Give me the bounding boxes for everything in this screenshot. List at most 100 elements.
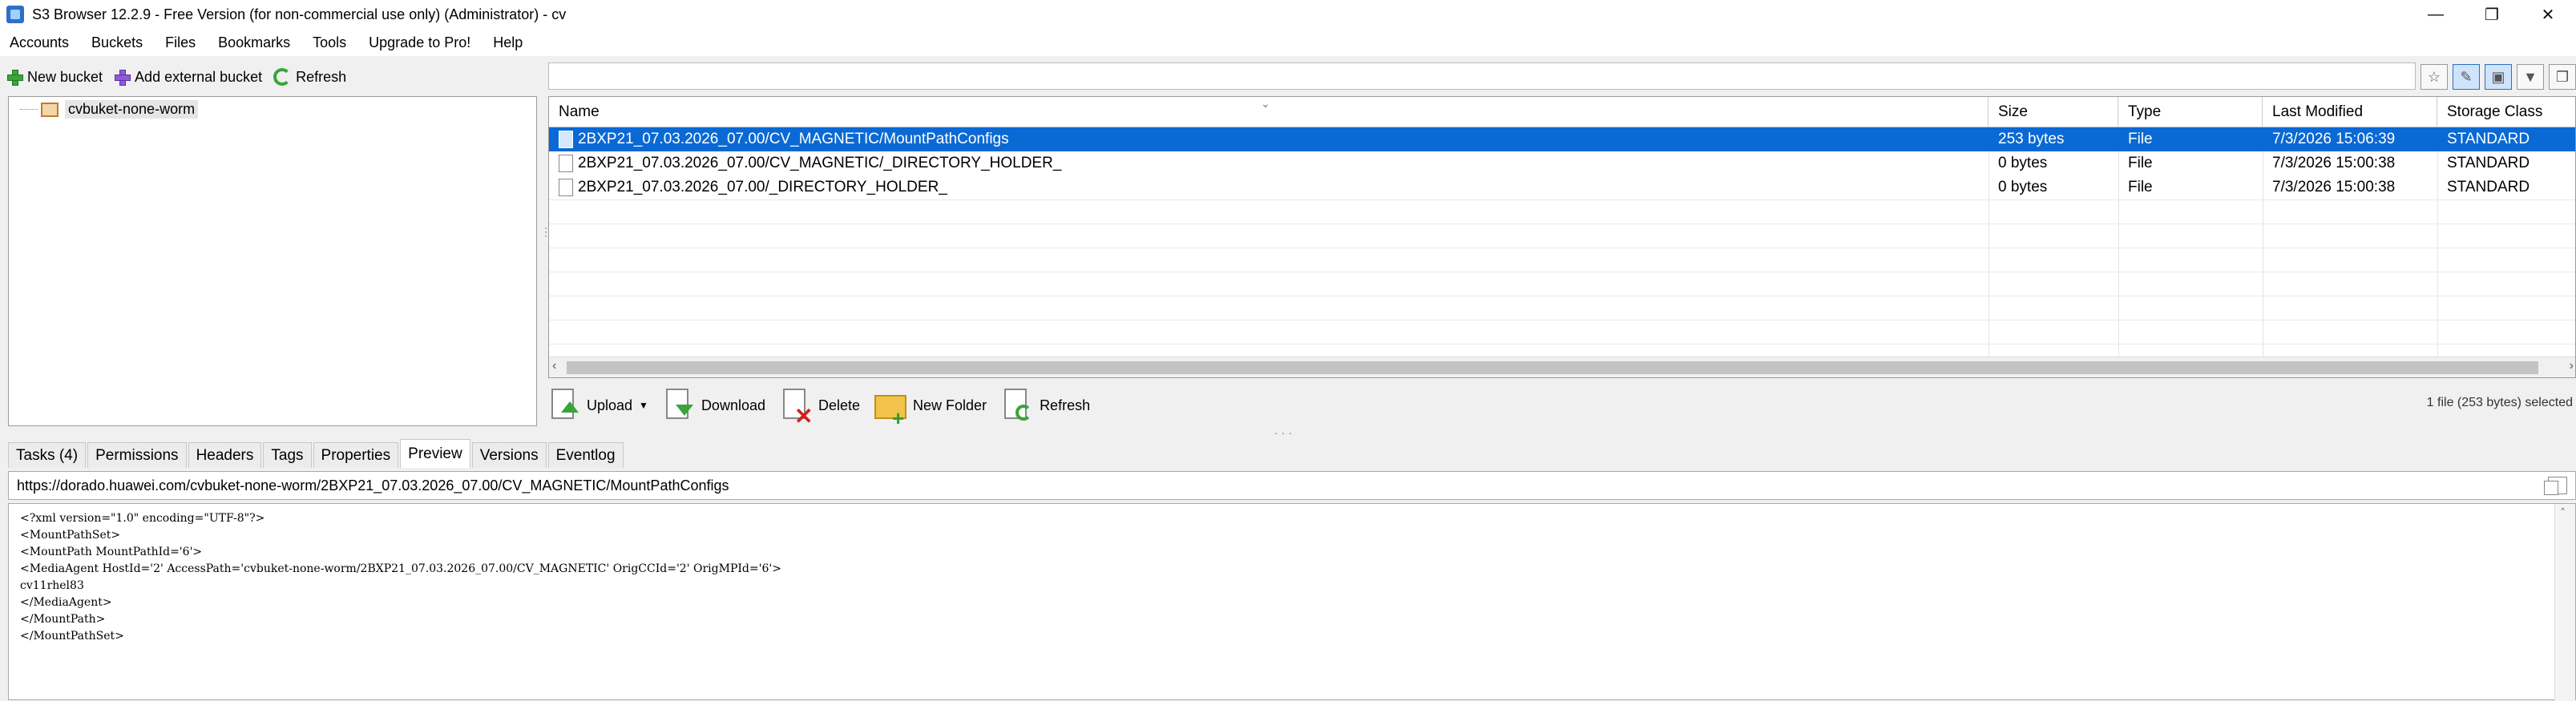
horizontal-scrollbar[interactable]: ‹ ›: [549, 357, 2575, 377]
upload-label: Upload: [587, 397, 633, 413]
file-action-bar: Upload ▼ Download ✕ Delete + New Folder …: [548, 383, 2576, 430]
modified-cell: 7/3/2026 15:00:38: [2272, 179, 2396, 195]
upload-button[interactable]: Upload ▼: [548, 387, 648, 424]
scroll-up-icon[interactable]: ˄: [2560, 506, 2566, 522]
size-cell: 253 bytes: [1998, 131, 2065, 147]
star-icon[interactable]: ☆: [2421, 64, 2448, 90]
name-cell: 2BXP21_07.03.2026_07.00/_DIRECTORY_HOLDE…: [549, 175, 947, 199]
new-folder-button[interactable]: + New Folder: [874, 387, 987, 430]
type-cell: File: [2128, 179, 2153, 195]
download-icon: [663, 387, 695, 424]
column-header-last-modified[interactable]: Last Modified: [2263, 97, 2437, 127]
scroll-left-icon[interactable]: ‹: [552, 359, 556, 373]
name-cell: 2BXP21_07.03.2026_07.00/CV_MAGNETIC/Moun…: [549, 127, 1009, 151]
refresh-files-button[interactable]: Refresh: [1001, 387, 1090, 424]
detail-tabs: Tasks (4) Permissions Headers Tags Prope…: [8, 439, 625, 468]
refresh-label: Refresh: [296, 68, 347, 85]
plus-icon: [6, 69, 23, 86]
filter-bar: ☆ ✎ ▣ ▼ ❐: [548, 61, 2576, 93]
pencil-icon[interactable]: ✎: [2453, 64, 2480, 90]
file-icon: [559, 131, 573, 148]
file-icon: [559, 155, 573, 172]
new-folder-icon: +: [874, 387, 907, 430]
refresh-icon: [273, 68, 292, 86]
modified-cell: 7/3/2026 15:00:38: [2272, 155, 2396, 171]
storage-cell: STANDARD: [2447, 155, 2530, 171]
new-folder-label: New Folder: [913, 397, 987, 413]
size-cell: 0 bytes: [1998, 155, 2048, 171]
filter-icon[interactable]: ▼: [2517, 64, 2544, 90]
vertical-scrollbar[interactable]: ˄: [2554, 504, 2575, 701]
horizontal-splitter[interactable]: ···: [1274, 426, 1295, 439]
new-bucket-label: New bucket: [27, 68, 103, 85]
file-list[interactable]: Name Size Type Last Modified Storage Cla…: [548, 96, 2576, 378]
minimize-button[interactable]: —: [2408, 0, 2464, 29]
copy-icon[interactable]: [2544, 477, 2567, 495]
chevron-down-icon[interactable]: ▼: [639, 400, 648, 411]
column-header-storage-class[interactable]: Storage Class: [2437, 97, 2575, 127]
sort-indicator-icon: ⌄: [1261, 97, 1270, 110]
grid-divider: [549, 199, 2575, 200]
download-label: Download: [701, 397, 765, 413]
window-title: S3 Browser 12.2.9 - Free Version (for no…: [32, 6, 567, 22]
refresh-files-label: Refresh: [1040, 397, 1091, 413]
selection-status: 1 file (253 bytes) selected: [2426, 396, 2573, 409]
size-cell: 0 bytes: [1998, 179, 2048, 195]
download-button[interactable]: Download: [663, 387, 765, 424]
menu-upgrade[interactable]: Upgrade to Pro!: [369, 34, 470, 51]
add-external-bucket-label: Add external bucket: [135, 68, 263, 85]
tab-eventlog[interactable]: Eventlog: [547, 442, 624, 468]
file-name: 2BXP21_07.03.2026_07.00/CV_MAGNETIC/_DIR…: [578, 155, 1062, 171]
storage-cell: STANDARD: [2447, 179, 2530, 195]
preview-url: https://dorado.huawei.com/cvbuket-none-w…: [17, 477, 729, 494]
tab-preview[interactable]: Preview: [400, 439, 470, 468]
plus-icon: [114, 69, 131, 86]
preview-text: <?xml version="1.0" encoding="UTF-8"?> <…: [20, 512, 781, 643]
scrollbar-thumb[interactable]: [567, 361, 2538, 374]
table-row[interactable]: 2BXP21_07.03.2026_07.00/CV_MAGNETIC/_DIR…: [549, 151, 2575, 175]
tree-item-bucket[interactable]: cvbuket-none-worm: [20, 100, 199, 119]
add-external-bucket-button[interactable]: Add external bucket: [114, 69, 262, 86]
bucket-tree[interactable]: cvbuket-none-worm: [8, 96, 537, 426]
file-icon: [559, 179, 573, 196]
tab-tags[interactable]: Tags: [263, 442, 312, 468]
preview-url-field[interactable]: https://dorado.huawei.com/cvbuket-none-w…: [8, 471, 2576, 500]
app-icon: [6, 6, 24, 23]
tab-permissions[interactable]: Permissions: [87, 442, 187, 468]
tab-headers[interactable]: Headers: [188, 442, 262, 468]
file-name: 2BXP21_07.03.2026_07.00/CV_MAGNETIC/Moun…: [578, 131, 1009, 147]
columns-icon[interactable]: ❐: [2549, 64, 2576, 90]
modified-cell: 7/3/2026 15:06:39: [2272, 131, 2396, 147]
filter-input[interactable]: [548, 62, 2416, 90]
table-row[interactable]: 2BXP21_07.03.2026_07.00/CV_MAGNETIC/Moun…: [549, 127, 2575, 151]
menu-buckets[interactable]: Buckets: [91, 34, 143, 51]
refresh-buckets-button[interactable]: Refresh: [273, 68, 346, 86]
menu-accounts[interactable]: Accounts: [10, 34, 69, 51]
close-button[interactable]: ✕: [2520, 0, 2576, 29]
tab-tasks[interactable]: Tasks (4): [8, 442, 87, 468]
column-header-size[interactable]: Size: [1989, 97, 2118, 127]
column-header-type[interactable]: Type: [2118, 97, 2263, 127]
scroll-right-icon[interactable]: ›: [2570, 359, 2574, 373]
view-icon[interactable]: ▣: [2485, 64, 2512, 90]
delete-button[interactable]: ✕ Delete: [780, 387, 861, 429]
tab-properties[interactable]: Properties: [313, 442, 399, 468]
delete-icon: ✕: [780, 387, 813, 429]
table-row[interactable]: 2BXP21_07.03.2026_07.00/_DIRECTORY_HOLDE…: [549, 175, 2575, 199]
menu-help[interactable]: Help: [493, 34, 523, 51]
type-cell: File: [2128, 155, 2153, 171]
maximize-button[interactable]: ❐: [2464, 0, 2520, 29]
menu-bookmarks[interactable]: Bookmarks: [218, 34, 290, 51]
title-bar: S3 Browser 12.2.9 - Free Version (for no…: [0, 0, 2576, 29]
new-bucket-button[interactable]: New bucket: [6, 69, 103, 86]
menu-files[interactable]: Files: [165, 34, 196, 51]
storage-cell: STANDARD: [2447, 131, 2530, 147]
delete-label: Delete: [818, 397, 861, 413]
bucket-label: cvbuket-none-worm: [65, 100, 199, 119]
name-cell: 2BXP21_07.03.2026_07.00/CV_MAGNETIC/_DIR…: [549, 151, 1061, 175]
tree-connector: [20, 109, 38, 110]
menu-bar: Accounts Buckets Files Bookmarks Tools U…: [0, 29, 2576, 56]
preview-content[interactable]: <?xml version="1.0" encoding="UTF-8"?> <…: [8, 503, 2576, 701]
tab-versions[interactable]: Versions: [471, 442, 547, 468]
menu-tools[interactable]: Tools: [313, 34, 346, 51]
